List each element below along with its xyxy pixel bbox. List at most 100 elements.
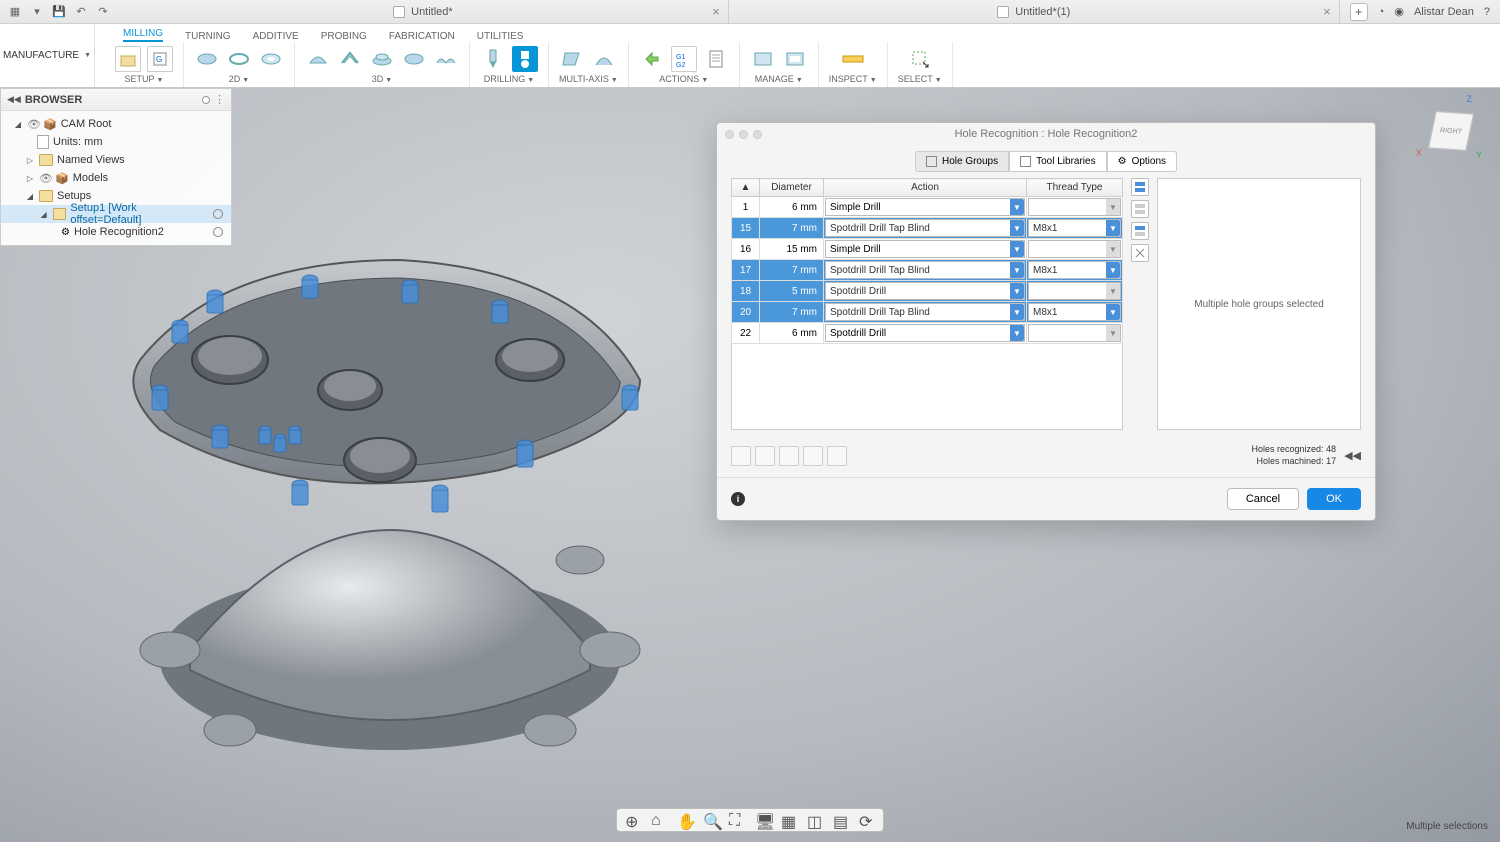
help-icon[interactable]: ? [1484, 6, 1490, 18]
browser-header[interactable]: ◀◀ BROWSER ⋮ [1, 89, 231, 111]
orbit-icon[interactable]: ⊕ [625, 812, 641, 828]
display-icon[interactable]: 🖥 [755, 812, 771, 828]
col-action[interactable]: Action [824, 179, 1027, 197]
undo-icon[interactable]: ↶ [74, 5, 88, 19]
action-combo[interactable]: Spotdrill Drill Tap Blind▼ [825, 261, 1025, 279]
table-row[interactable]: 16 mmSimple Drill▼▼ [732, 197, 1123, 218]
select-invert-button[interactable] [1131, 244, 1149, 262]
table-row[interactable]: 177 mmSpotdrill Drill Tap Blind▼M8x1▼ [732, 260, 1123, 281]
pan-icon[interactable]: ✋ [677, 812, 693, 828]
table-row[interactable]: 185 mmSpotdrill Drill▼▼ [732, 281, 1123, 302]
group-button-4[interactable] [803, 446, 823, 466]
ribbon-tab-turning[interactable]: TURNING [185, 31, 231, 42]
lookat-icon[interactable]: ⌂ [651, 812, 667, 828]
col-sort[interactable]: ▲ [732, 179, 760, 197]
3d-horizontal-icon[interactable] [401, 46, 427, 72]
grid-icon[interactable]: ▦ [781, 812, 797, 828]
apps-icon[interactable]: ▦ [8, 5, 22, 19]
model-part[interactable] [100, 230, 680, 790]
group-button-1[interactable] [731, 446, 751, 466]
action-combo[interactable]: Spotdrill Drill Tap Blind▼ [825, 219, 1025, 237]
close-tab-icon[interactable]: × [1323, 4, 1331, 19]
machine-library-icon[interactable] [782, 46, 808, 72]
extensions-icon[interactable]: ◔ [1378, 6, 1385, 18]
action-combo[interactable]: Simple Drill▼ [825, 198, 1025, 216]
save-icon[interactable]: 💾 [52, 5, 66, 19]
ribbon-tab-probing[interactable]: PROBING [321, 31, 367, 42]
multiaxis-swarf-icon[interactable] [559, 46, 585, 72]
thread-combo[interactable]: ▼ [1028, 324, 1121, 342]
document-tab-1[interactable]: Untitled*(1) × [729, 0, 1340, 23]
user-name[interactable]: Alistar Dean [1414, 6, 1474, 18]
multiaxis-flow-icon[interactable] [591, 46, 617, 72]
ribbon-tab-utilities[interactable]: UTILITIES [477, 31, 524, 42]
ok-button[interactable]: OK [1307, 488, 1361, 510]
view-cube[interactable]: Z RIGHT Y X [1422, 100, 1480, 158]
select-similar-button[interactable] [1131, 222, 1149, 240]
dialog-title-bar[interactable]: Hole Recognition : Hole Recognition2 [717, 123, 1375, 145]
hole-recognition-icon[interactable] [512, 46, 538, 72]
measure-icon[interactable] [840, 46, 866, 72]
3d-contour-icon[interactable] [369, 46, 395, 72]
tree-node-root[interactable]: ◢ 👁 📦 CAM Root [1, 115, 231, 133]
viewports-icon[interactable]: ◫ [807, 812, 823, 828]
table-row[interactable]: 207 mmSpotdrill Drill Tap Blind▼M8x1▼ [732, 302, 1123, 323]
window-controls[interactable] [725, 130, 762, 139]
op-status-indicator[interactable] [213, 227, 223, 237]
thread-combo[interactable]: M8x1▼ [1028, 261, 1121, 279]
col-thread[interactable]: Thread Type [1027, 179, 1123, 197]
thread-combo[interactable]: M8x1▼ [1028, 219, 1121, 237]
browser-options-icon[interactable] [202, 96, 210, 104]
table-row[interactable]: 226 mmSpotdrill Drill▼▼ [732, 323, 1123, 344]
action-combo[interactable]: Spotdrill Drill Tap Blind▼ [825, 303, 1025, 321]
thread-combo[interactable]: M8x1▼ [1028, 303, 1121, 321]
select-none-button[interactable] [1131, 200, 1149, 218]
group-button-3[interactable] [779, 446, 799, 466]
refresh-icon[interactable]: ⟳ [859, 812, 875, 828]
thread-combo[interactable]: ▼ [1028, 198, 1121, 216]
redo-icon[interactable]: ↷ [96, 5, 110, 19]
ribbon-tab-additive[interactable]: ADDITIVE [253, 31, 299, 42]
action-combo[interactable]: Spotdrill Drill▼ [825, 324, 1025, 342]
2d-face-icon[interactable] [194, 46, 220, 72]
ribbon-tab-milling[interactable]: MILLING [123, 28, 163, 42]
table-row[interactable]: 1615 mmSimple Drill▼▼ [732, 239, 1123, 260]
zoom-icon[interactable]: 🔍 [703, 812, 719, 828]
view-cube-face[interactable]: RIGHT [1428, 111, 1474, 151]
2d-contour-icon[interactable] [226, 46, 252, 72]
2d-pocket-icon[interactable] [258, 46, 284, 72]
action-combo[interactable]: Spotdrill Drill▼ [825, 282, 1025, 300]
tree-node-units[interactable]: Units: mm [1, 133, 231, 151]
thread-combo[interactable]: ▼ [1028, 240, 1121, 258]
dialog-tab-hole-groups[interactable]: Hole Groups [915, 151, 1009, 172]
action-combo[interactable]: Simple Drill▼ [825, 240, 1025, 258]
visibility-icon[interactable]: 👁 [39, 172, 51, 184]
tree-node-named-views[interactable]: ▷ Named Views [1, 151, 231, 169]
generate-icon[interactable] [639, 46, 665, 72]
table-row[interactable]: 157 mmSpotdrill Drill Tap Blind▼M8x1▼ [732, 218, 1123, 239]
3d-parallel-icon[interactable] [337, 46, 363, 72]
file-new-icon[interactable]: ▾ [30, 5, 44, 19]
thread-combo[interactable]: ▼ [1028, 282, 1121, 300]
new-tab-button[interactable]: + [1350, 3, 1368, 21]
close-tab-icon[interactable]: × [712, 4, 720, 19]
collapse-icon[interactable]: ◀◀ [7, 94, 21, 105]
postprocess-icon[interactable]: G1G2 [671, 46, 697, 72]
dialog-tab-tool-libraries[interactable]: Tool Libraries [1009, 151, 1106, 172]
col-diameter[interactable]: Diameter [760, 179, 824, 197]
3d-adaptive-icon[interactable] [305, 46, 331, 72]
workspace-switcher[interactable]: MANUFACTURE▼ [0, 24, 95, 87]
ribbon-tab-fabrication[interactable]: FABRICATION [389, 31, 455, 42]
document-tab-0[interactable]: Untitled* × [118, 0, 729, 23]
cancel-button[interactable]: Cancel [1227, 488, 1299, 510]
select-all-button[interactable] [1131, 178, 1149, 196]
setup-nc-icon[interactable]: G [147, 46, 173, 72]
3d-scallop-icon[interactable] [433, 46, 459, 72]
setup-folder-icon[interactable] [115, 46, 141, 72]
effects-icon[interactable]: ▤ [833, 812, 849, 828]
visibility-icon[interactable]: 👁 [27, 118, 39, 130]
tool-library-icon[interactable] [750, 46, 776, 72]
drill-icon[interactable] [480, 46, 506, 72]
dialog-tab-options[interactable]: ⚙Options [1107, 151, 1177, 172]
tree-node-setup1[interactable]: ◢ Setup1 [Work offset=Default] [1, 205, 231, 223]
